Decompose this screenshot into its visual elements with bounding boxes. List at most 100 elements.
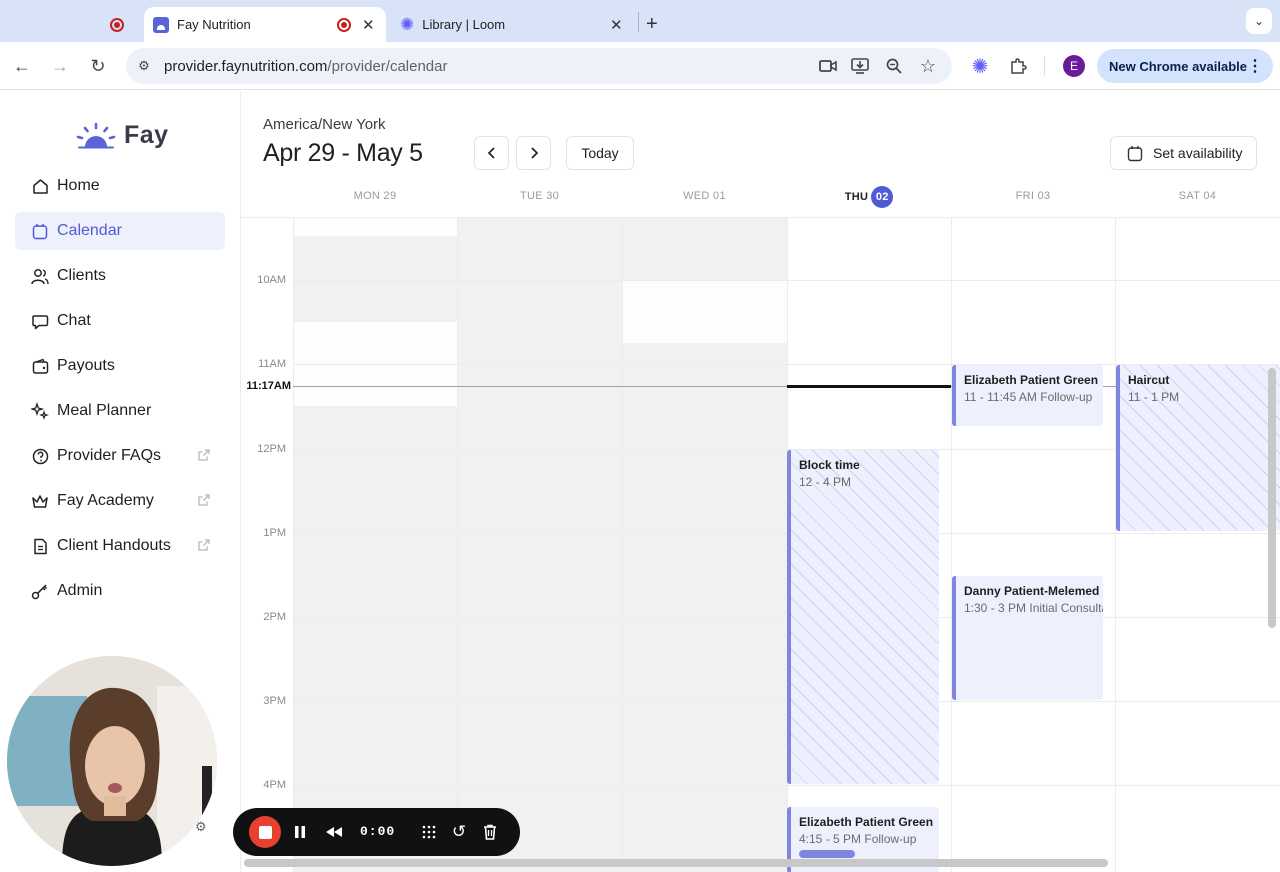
webcam-video [7, 656, 217, 866]
close-tab-icon[interactable]: ✕ [362, 16, 375, 34]
sidebar-item-admin[interactable]: Admin [15, 572, 225, 610]
camera-settings-gear-icon[interactable]: ⚙ [195, 819, 209, 834]
loom-control-bar: 0:00 ↺ [233, 808, 520, 856]
sidebar-item-meal-planner[interactable]: Meal Planner [15, 392, 225, 430]
restart-icon[interactable]: ↺ [447, 820, 471, 844]
reload-icon[interactable]: ↻ [86, 54, 110, 78]
calendar-grid[interactable]: 10AM 11AM 12PM 1PM 2PM 3PM 4PM 11:17AM E… [241, 217, 1280, 872]
block-time-card[interactable]: Block time 12 - 4 PM [787, 450, 939, 784]
install-app-icon[interactable] [848, 54, 872, 78]
chrome-update-button[interactable]: New Chrome available ⋮ [1097, 49, 1273, 83]
event-time: 12 - 4 PM [799, 475, 852, 489]
hour-label: 2PM [263, 611, 286, 623]
external-link-icon [197, 448, 211, 462]
new-tab-button[interactable]: + [646, 7, 666, 42]
sidebar-item-fay-academy[interactable]: Fay Academy [15, 482, 225, 520]
loom-extension-icon[interactable]: ✺ [968, 54, 992, 78]
external-link-icon [197, 538, 211, 552]
sidebar-item-label: Chat [57, 312, 91, 329]
loom-favicon-icon: ✺ [400, 14, 415, 34]
sidebar-item-calendar[interactable]: Calendar [15, 212, 225, 250]
profile-avatar[interactable]: E [1063, 55, 1085, 77]
available-slot [622, 281, 787, 343]
sidebar-item-label: Client Handouts [57, 537, 171, 554]
hour-label: 4PM [263, 779, 286, 791]
forward-icon[interactable]: → [48, 54, 72, 78]
sidebar-item-payouts[interactable]: Payouts [15, 347, 225, 385]
date-range-title: Apr 29 - May 5 [263, 139, 423, 167]
fay-logo[interactable]: Fay [76, 121, 169, 150]
hour-label: 3PM [263, 695, 286, 707]
loom-camera-bubble[interactable] [7, 656, 217, 866]
logo-text: Fay [124, 121, 169, 149]
event-card[interactable]: Haircut 11 - 1 PM [1116, 365, 1280, 531]
hour-label: 1PM [263, 527, 286, 539]
close-tab-icon[interactable]: ✕ [610, 16, 623, 34]
vertical-scrollbar[interactable] [1268, 368, 1276, 628]
previous-week-button[interactable] [474, 136, 509, 170]
sidebar-item-home[interactable]: Home [15, 167, 225, 205]
event-card[interactable]: Elizabeth Patient Green 11 - 11:45 AM Fo… [952, 365, 1103, 426]
day-column [622, 218, 623, 872]
back-icon[interactable]: ← [10, 54, 34, 78]
day-header-fri[interactable]: FRI 03 [951, 190, 1115, 202]
browser-tab-loom[interactable]: ✺ Library | Loom ✕ [392, 7, 637, 42]
sidebar-item-chat[interactable]: Chat [15, 302, 225, 340]
horizontal-scrollbar[interactable] [244, 859, 1108, 867]
browser-toolbar: ← → ↻ ⚙ provider.faynutrition.com/provid… [0, 42, 1280, 90]
today-button[interactable]: Today [566, 136, 634, 170]
stop-recording-button[interactable] [249, 816, 281, 848]
day-header-wed[interactable]: WED 01 [622, 190, 787, 202]
calendar-icon [31, 222, 49, 240]
pause-icon[interactable] [288, 820, 312, 844]
chat-icon [31, 312, 49, 330]
sidebar-item-label: Fay Academy [57, 492, 154, 509]
camera-icon[interactable] [816, 54, 840, 78]
event-time: 1:30 - 3 PM Initial Consultation [964, 601, 1103, 615]
tab-title: Library | Loom [422, 17, 506, 32]
extensions-puzzle-icon[interactable] [1006, 54, 1030, 78]
status-badge [799, 850, 855, 858]
day-header-tue[interactable]: TUE 30 [457, 190, 622, 202]
bookmark-star-icon[interactable]: ☆ [916, 54, 940, 78]
calendar-main: America/New York Apr 29 - May 5 Today Se… [241, 91, 1280, 872]
tab-divider [638, 12, 639, 32]
drawing-grid-icon[interactable] [417, 820, 441, 844]
event-title: Danny Patient-Melemed [964, 584, 1100, 598]
day-column [457, 218, 458, 872]
browser-tab-fay-nutrition[interactable]: Fay Nutrition ✕ [144, 7, 386, 42]
more-menu-icon[interactable]: ⋮ [1247, 56, 1263, 76]
delete-trash-icon[interactable] [478, 820, 502, 844]
day-header-mon[interactable]: MON 29 [293, 190, 457, 202]
sidebar-item-client-handouts[interactable]: Client Handouts [15, 527, 225, 565]
hour-label: 11AM [258, 358, 286, 370]
sidebar-item-clients[interactable]: Clients [15, 257, 225, 295]
rewind-icon[interactable] [322, 820, 346, 844]
event-time: 4:15 - 5 PM Follow-up [799, 832, 917, 846]
sidebar-item-label: Payouts [57, 357, 115, 374]
url-text: provider.faynutrition.com/provider/calen… [164, 57, 448, 75]
document-icon [31, 537, 49, 555]
day-header-thu[interactable]: THU 02 [787, 186, 951, 208]
set-availability-button[interactable]: Set availability [1110, 136, 1257, 170]
event-card[interactable]: Danny Patient-Melemed 1:30 - 3 PM Initia… [952, 576, 1103, 700]
tab-search-chevron-icon[interactable]: ⌄ [1246, 8, 1272, 34]
today-date-badge: 02 [871, 186, 894, 208]
recording-icon [110, 17, 124, 32]
fay-favicon-icon [153, 16, 169, 33]
browser-tab-recording[interactable] [60, 7, 142, 42]
site-settings-icon[interactable]: ⚙ [132, 54, 156, 78]
day-column [951, 218, 952, 872]
day-header-sat[interactable]: SAT 04 [1115, 190, 1280, 202]
sidebar-item-provider-faqs[interactable]: Provider FAQs [15, 437, 225, 475]
sidebar-item-label: Admin [57, 582, 103, 599]
home-icon [31, 177, 49, 195]
zoom-icon[interactable] [882, 54, 906, 78]
day-header-label: THU [844, 191, 869, 203]
address-bar[interactable]: ⚙ provider.faynutrition.com/provider/cal… [126, 48, 952, 84]
day-column [293, 218, 294, 872]
tab-title: Fay Nutrition [177, 17, 251, 32]
next-week-button[interactable] [516, 136, 551, 170]
crown-icon [31, 492, 49, 510]
unavailable-block [293, 218, 457, 872]
